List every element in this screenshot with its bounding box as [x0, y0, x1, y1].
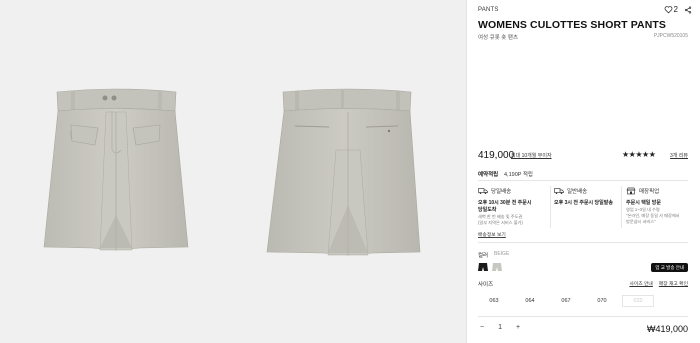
- shipping-note: 영업 1~3일 내 수령 "온라인, 매장 동일 사 매장에서 방문샵시 서비스…: [626, 207, 680, 224]
- quantity-minus-button[interactable]: −: [480, 324, 484, 331]
- shipping-same-day: 당일배송 오후 10시 30분 전 주문시 당일도착 새벽 한 번 배송 및 주…: [478, 186, 548, 226]
- shipping-title: 당일배송: [491, 188, 512, 195]
- points-value: 4,190P 적립: [504, 172, 533, 178]
- quantity-stepper: − 1 +: [480, 324, 520, 331]
- size-option-064[interactable]: 064: [514, 295, 546, 307]
- shipping-title: 일반배송: [567, 188, 588, 195]
- color-swatch-beige[interactable]: [492, 262, 502, 272]
- review-link[interactable]: 3개 리뷰: [670, 152, 688, 159]
- delivery-guide-button[interactable]: 업 교 발송 안내: [651, 263, 688, 272]
- installment-link[interactable]: 최대 10개월 무이자: [511, 152, 552, 159]
- shipping-desc: 오후 10시 30분 전 주문시 당일도착: [478, 200, 532, 213]
- truck-icon: [478, 187, 488, 194]
- product-code: PJPCW520105: [653, 33, 688, 39]
- size-option-022: 022: [622, 295, 654, 307]
- divider: [478, 316, 688, 317]
- share-icon: [684, 6, 692, 13]
- size-option-070[interactable]: 070: [586, 295, 618, 307]
- breadcrumb-category[interactable]: PANTS: [478, 7, 499, 13]
- shipping-desc: 오후 3시 전 주문시 당일발송: [554, 200, 613, 206]
- size-guide-link[interactable]: 사이즈 안내: [629, 280, 652, 287]
- color-label: 컬러: [478, 253, 489, 259]
- truck-icon: [554, 187, 564, 194]
- product-photo-back[interactable]: [233, 0, 466, 343]
- size-option-067[interactable]: 067: [550, 295, 582, 307]
- top-actions: 2: [664, 5, 692, 14]
- heart-icon: [664, 6, 672, 14]
- wishlist-count: 2: [673, 5, 678, 14]
- shorts-swatch-black: [478, 263, 488, 271]
- product-gallery: [0, 0, 466, 343]
- divider: [478, 242, 688, 243]
- product-subtitle: 여성 큐롯 숏 팬츠: [478, 35, 519, 41]
- shipping-standard: 일반배송 오후 3시 전 주문시 당일발송: [554, 186, 624, 207]
- product-title: WOMENS CULOTTES SHORT PANTS: [478, 19, 667, 31]
- color-swatch-black[interactable]: [478, 262, 488, 272]
- quantity-plus-button[interactable]: +: [516, 324, 520, 331]
- product-price: 419,000: [478, 150, 515, 161]
- points-label: 예약적립: [478, 172, 499, 178]
- shorts-swatch-beige: [492, 263, 502, 271]
- divider: [621, 186, 622, 228]
- shipping-note: 새벽 한 번 배송 및 주도권 (일부 지역은 서비스 불가): [478, 214, 523, 225]
- rating-stars: ★★★★★: [622, 150, 656, 159]
- store-stock-link[interactable]: 매장 재고 확인: [659, 280, 688, 287]
- shorts-front-illustration: [43, 88, 189, 251]
- size-label: 사이즈: [478, 282, 494, 288]
- total-price: ₩419,000: [646, 324, 688, 334]
- share-button[interactable]: [684, 6, 692, 14]
- color-value: BEIGE: [494, 251, 510, 257]
- wishlist-button[interactable]: 2: [664, 5, 678, 14]
- divider: [550, 186, 551, 228]
- product-info-panel: PANTS 2 WOMENS CULOTTES SHORT PANTS 여성 큐…: [467, 0, 700, 343]
- shipping-info-link[interactable]: 배송정보 보기: [478, 231, 506, 238]
- shipping-desc: 주문시 택일 방문: [626, 200, 661, 206]
- shorts-back-illustration: [266, 88, 421, 256]
- shipping-title: 매장픽업: [639, 188, 660, 195]
- product-photo-front[interactable]: [0, 0, 233, 343]
- divider: [478, 180, 688, 181]
- shipping-store-pickup: 매장픽업 주문시 택일 방문 영업 1~3일 내 수령 "온라인, 매장 동일 …: [626, 186, 696, 225]
- quantity-value[interactable]: 1: [498, 324, 502, 331]
- store-icon: [626, 187, 636, 194]
- size-links: 사이즈 안내 매장 재고 확인: [629, 280, 688, 287]
- size-option-063[interactable]: 063: [478, 295, 510, 307]
